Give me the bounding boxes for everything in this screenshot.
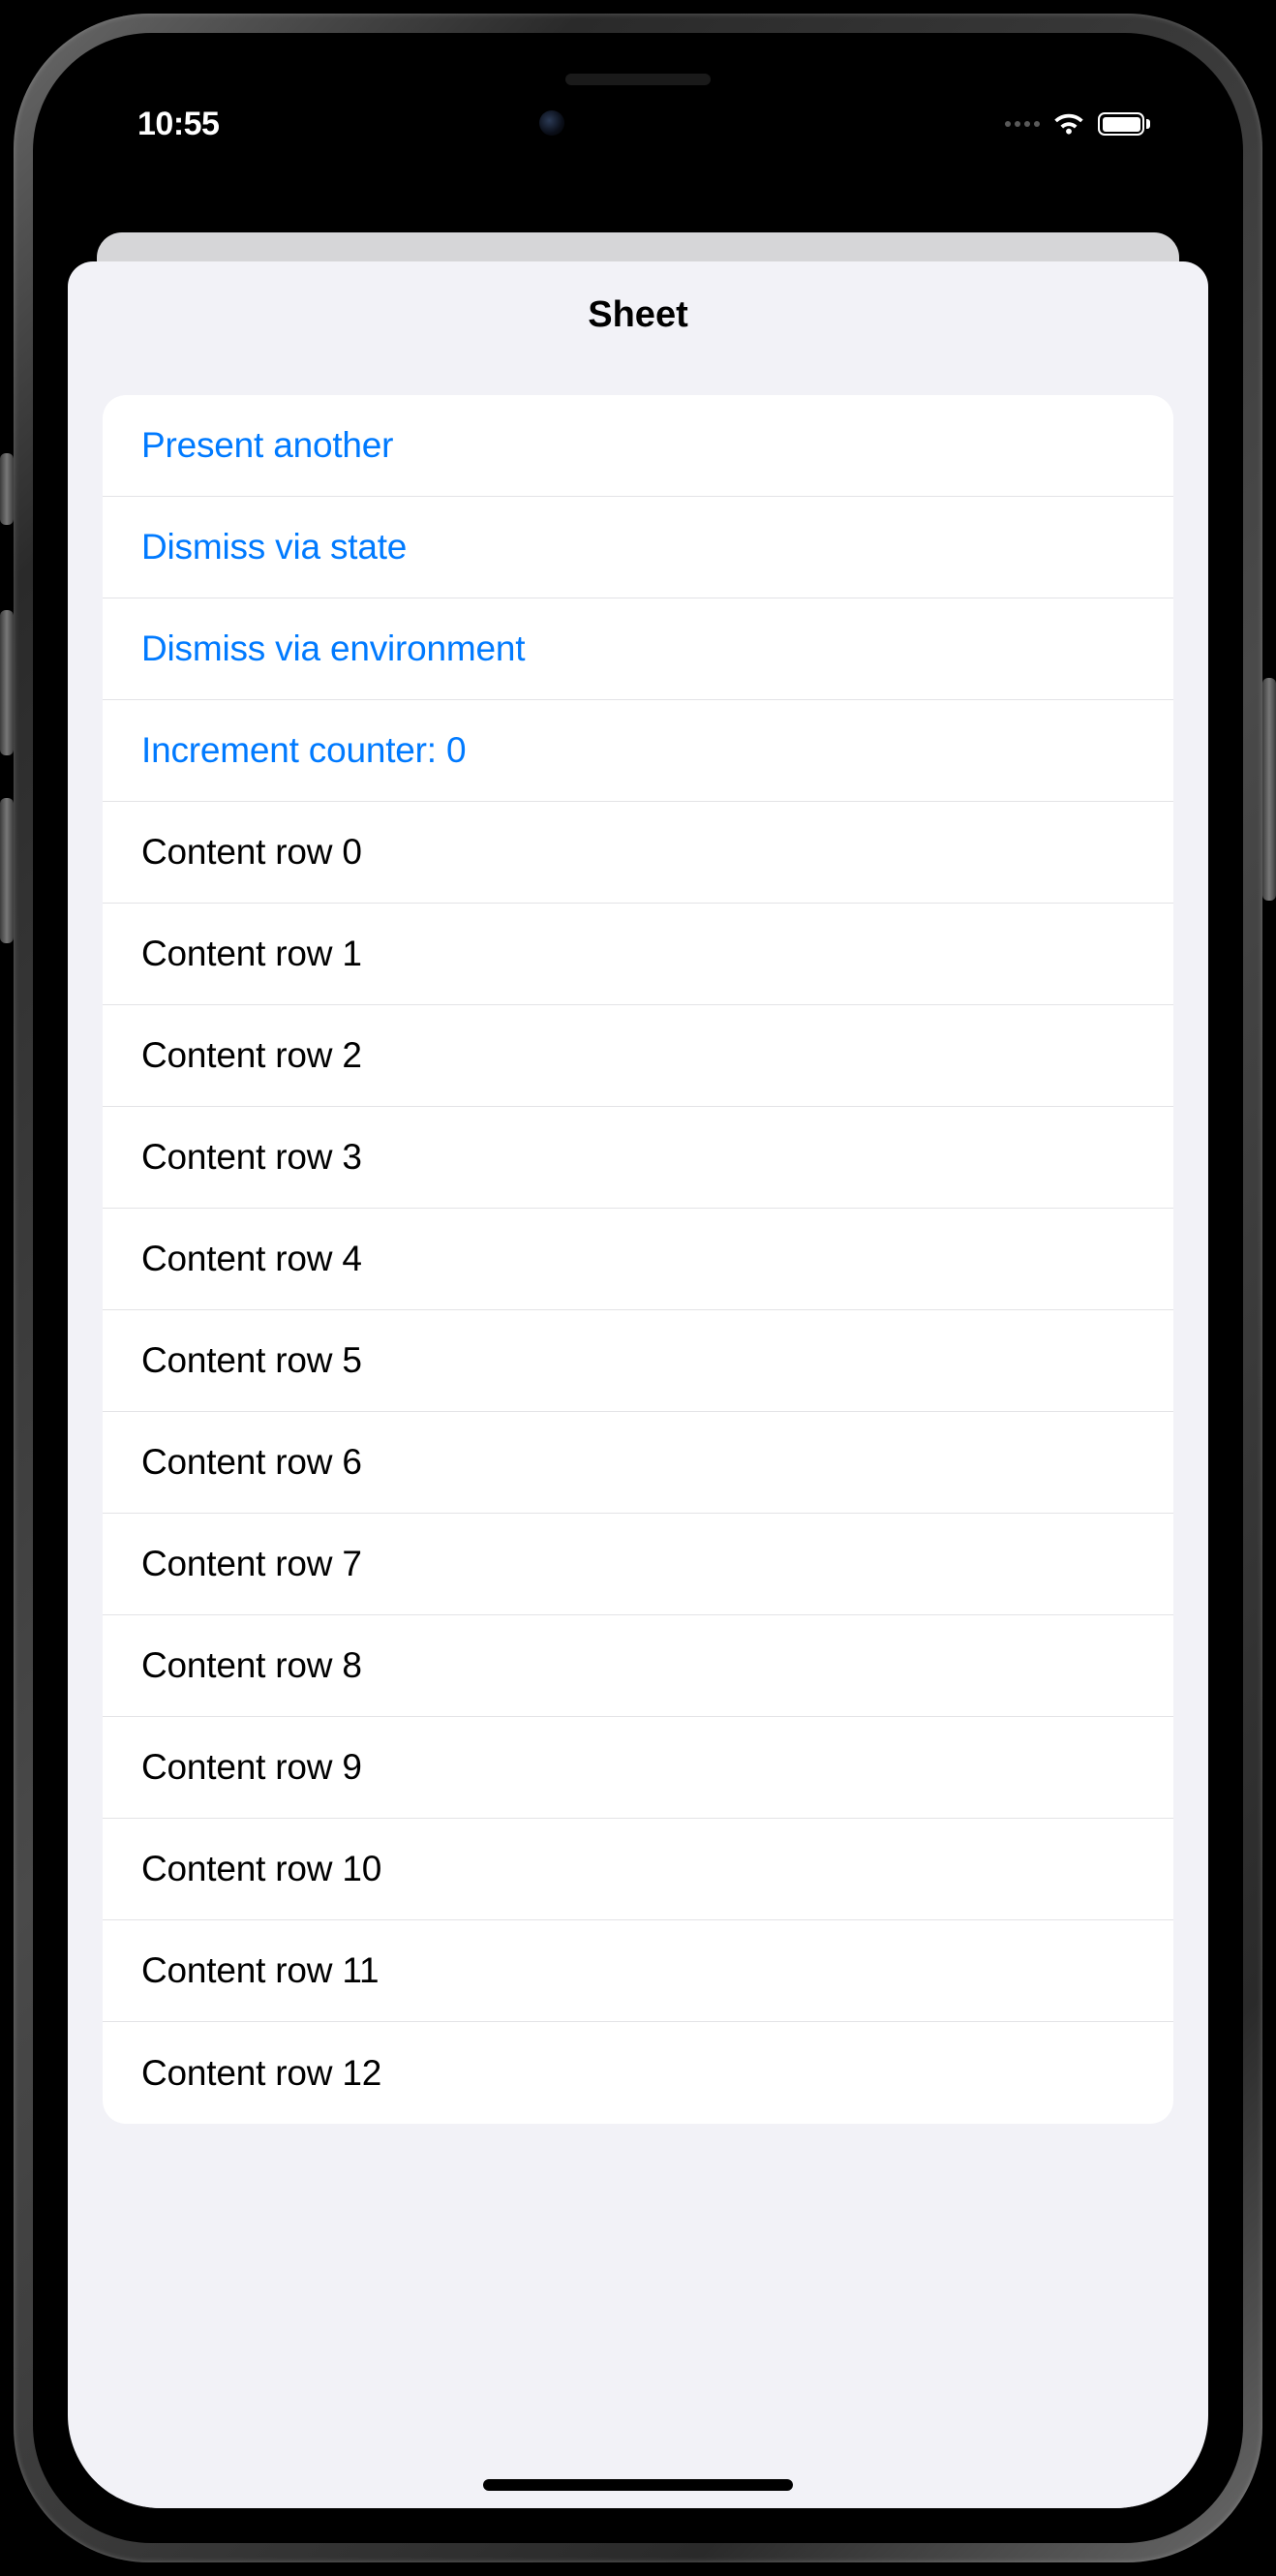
- mute-switch: [0, 453, 14, 525]
- content-row: Content row 11: [103, 1920, 1173, 2022]
- content-row: Content row 3: [103, 1107, 1173, 1209]
- sheet: Sheet Present another Dismiss via state …: [68, 261, 1208, 2508]
- content-row: Content row 8: [103, 1615, 1173, 1717]
- row-label: Content row 2: [141, 1035, 362, 1076]
- content-row: Content row 7: [103, 1514, 1173, 1615]
- row-label: Content row 8: [141, 1645, 362, 1686]
- content-row: Content row 1: [103, 904, 1173, 1005]
- dismiss-via-state-button[interactable]: Dismiss via state: [103, 497, 1173, 598]
- volume-down-button: [0, 798, 14, 943]
- content-row: Content row 4: [103, 1209, 1173, 1310]
- row-label: Content row 10: [141, 1849, 381, 1889]
- row-label: Content row 9: [141, 1747, 362, 1788]
- content-row: Content row 9: [103, 1717, 1173, 1819]
- present-another-button[interactable]: Present another: [103, 395, 1173, 497]
- sheet-header: Sheet: [68, 261, 1208, 368]
- row-label: Content row 4: [141, 1239, 362, 1279]
- row-label: Content row 12: [141, 2053, 381, 2094]
- screen: 10:55 Sheet: [68, 68, 1208, 2508]
- row-label: Content row 5: [141, 1340, 362, 1381]
- wifi-icon: [1051, 111, 1086, 137]
- list[interactable]: Present another Dismiss via state Dismis…: [103, 395, 1173, 2124]
- row-label: Dismiss via state: [141, 527, 407, 567]
- row-label: Content row 7: [141, 1544, 362, 1584]
- status-time: 10:55: [137, 106, 219, 143]
- row-label: Increment counter: 0: [141, 730, 466, 771]
- row-label: Dismiss via environment: [141, 629, 525, 669]
- row-label: Content row 6: [141, 1442, 362, 1483]
- phone-frame: 10:55 Sheet: [0, 0, 1276, 2576]
- row-label: Content row 0: [141, 832, 362, 873]
- sheet-title: Sheet: [588, 294, 687, 336]
- power-button: [1262, 678, 1276, 901]
- cellular-icon: [1005, 121, 1040, 127]
- content-row: Content row 2: [103, 1005, 1173, 1107]
- increment-counter-button[interactable]: Increment counter: 0: [103, 700, 1173, 802]
- dismiss-via-environment-button[interactable]: Dismiss via environment: [103, 598, 1173, 700]
- status-indicators: [1005, 111, 1150, 137]
- row-label: Content row 11: [141, 1950, 379, 1991]
- row-label: Content row 1: [141, 934, 362, 974]
- home-indicator[interactable]: [483, 2479, 793, 2491]
- content-row: Content row 10: [103, 1819, 1173, 1920]
- front-camera: [539, 110, 564, 136]
- battery-icon: [1098, 112, 1150, 136]
- row-label: Present another: [141, 425, 393, 466]
- content-row: Content row 6: [103, 1412, 1173, 1514]
- content-row: Content row 0: [103, 802, 1173, 904]
- content-row: Content row 12: [103, 2022, 1173, 2124]
- content-row: Content row 5: [103, 1310, 1173, 1412]
- earpiece: [565, 74, 711, 85]
- row-label: Content row 3: [141, 1137, 362, 1178]
- volume-up-button: [0, 610, 14, 755]
